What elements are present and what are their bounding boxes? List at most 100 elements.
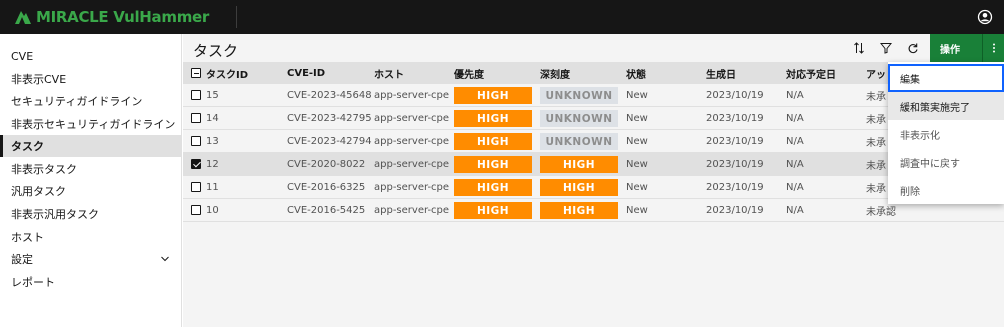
menu-item-revert-to-investigating[interactable]: 調査中に戻す <box>888 148 1004 176</box>
action-button-label: 操作 <box>940 44 960 56</box>
approval-cell: 未承 <box>866 161 886 172</box>
table-row[interactable]: 10 CVE-2016-5425 app-server-cpe HIGH HIGH New… <box>183 199 1004 222</box>
due-date-cell: N/A <box>786 182 804 193</box>
menu-item-edit[interactable]: 編集 <box>888 64 1004 92</box>
priority-badge: HIGH <box>454 110 532 127</box>
sidebar-item-reports[interactable]: レポート <box>0 271 182 293</box>
table-row[interactable]: 13 CVE-2023-42794 app-server-cpe HIGH UNKNOW… <box>183 130 1004 153</box>
column-header-status[interactable]: 状態 <box>626 62 646 84</box>
task-id-cell: 14 <box>206 113 219 124</box>
action-menu-toggle[interactable] <box>982 34 1004 62</box>
severity-cell: HIGH <box>540 176 618 199</box>
due-date-cell: N/A <box>786 159 804 170</box>
column-header-cve-id[interactable]: CVE-ID <box>287 62 325 84</box>
refresh-button[interactable] <box>900 34 926 62</box>
menu-item-label: 緩和策実施完了 <box>900 102 970 114</box>
sidebar-item-label: 非表示セキュリティガイドライン <box>11 118 176 131</box>
priority-badge: HIGH <box>454 156 532 173</box>
column-header-priority[interactable]: 優先度 <box>454 62 484 84</box>
task-id-cell: 13 <box>206 136 219 147</box>
header-divider <box>236 6 237 28</box>
sort-icon <box>854 42 864 54</box>
sidebar-item-security-guidelines[interactable]: セキュリティガイドライン <box>0 90 182 112</box>
host-cell: app-server-cpe <box>374 90 450 101</box>
priority-badge: HIGH <box>454 202 532 219</box>
severity-cell: UNKNOWN <box>540 84 618 107</box>
filter-icon <box>880 43 892 54</box>
user-account-button[interactable] <box>974 6 996 28</box>
approval-cell: 未承 <box>866 92 886 103</box>
row-checkbox[interactable] <box>191 182 201 192</box>
overflow-menu-icon <box>992 43 995 53</box>
sidebar-item-cve[interactable]: CVE <box>0 45 182 67</box>
table-row[interactable]: 11 CVE-2016-6325 app-server-cpe HIGH HIGH New… <box>183 176 1004 199</box>
sidebar-item-general-tasks[interactable]: 汎用タスク <box>0 180 182 202</box>
cve-id-cell: CVE-2023-42794 <box>287 136 372 147</box>
sidebar-item-hidden-cve[interactable]: 非表示CVE <box>0 68 182 90</box>
table-row[interactable]: 14 CVE-2023-42795 app-server-cpe HIGH UNKNOW… <box>183 107 1004 130</box>
action-button[interactable]: 操作 <box>930 34 982 62</box>
due-date-cell: N/A <box>786 90 804 101</box>
priority-cell: HIGH <box>454 199 532 222</box>
priority-cell: HIGH <box>454 84 532 107</box>
column-header-created-date[interactable]: 生成日 <box>706 62 736 84</box>
sidebar-item-hidden-general-tasks[interactable]: 非表示汎用タスク <box>0 203 182 225</box>
cve-id-cell: CVE-2016-6325 <box>287 182 366 193</box>
sort-button[interactable] <box>846 34 872 62</box>
row-checkbox[interactable] <box>191 136 201 146</box>
status-cell: New <box>626 90 648 101</box>
menu-item-delete[interactable]: 削除 <box>888 176 1004 204</box>
column-header-due-date[interactable]: 対応予定日 <box>786 62 836 84</box>
menu-item-label: 削除 <box>900 186 920 198</box>
hammer-logo-icon <box>15 11 31 24</box>
priority-badge: HIGH <box>454 179 532 196</box>
sidebar-item-label: レポート <box>11 276 55 289</box>
priority-badge: HIGH <box>454 133 532 150</box>
sidebar-item-label: 設定 <box>11 253 33 266</box>
user-avatar-icon <box>977 9 993 25</box>
table-header: タスクID CVE-ID ホスト 優先度 深刻度 状態 生成日 対応予定日 アッ <box>183 62 1004 84</box>
filter-button[interactable] <box>873 34 899 62</box>
host-cell: app-server-cpe <box>374 182 450 193</box>
column-header-severity[interactable]: 深刻度 <box>540 62 570 84</box>
approval-cell: 未承 <box>866 115 886 126</box>
status-cell: New <box>626 205 648 216</box>
chevron-down-icon <box>161 256 169 262</box>
menu-item-hide[interactable]: 非表示化 <box>888 120 1004 148</box>
task-id-cell: 12 <box>206 159 219 170</box>
app-logo[interactable]: MIRACLE VulHammer <box>13 7 209 27</box>
column-header-approval[interactable]: アッ <box>866 62 886 84</box>
sidebar-item-hidden-security-guidelines[interactable]: 非表示セキュリティガイドライン <box>0 113 182 135</box>
host-cell: app-server-cpe <box>374 136 450 147</box>
task-id-cell: 10 <box>206 205 219 216</box>
page-title: タスク <box>193 42 239 60</box>
severity-cell: HIGH <box>540 153 618 176</box>
host-cell: app-server-cpe <box>374 159 450 170</box>
action-dropdown-menu: 編集 緩和策実施完了 非表示化 調査中に戻す 削除 <box>888 62 1004 204</box>
select-all-checkbox[interactable] <box>191 68 201 78</box>
host-cell: app-server-cpe <box>374 205 450 216</box>
menu-item-label: 非表示化 <box>900 130 940 142</box>
created-date-cell: 2023/10/19 <box>706 159 764 170</box>
severity-cell: UNKNOWN <box>540 130 618 153</box>
row-checkbox[interactable] <box>191 90 201 100</box>
sidebar-item-hosts[interactable]: ホスト <box>0 226 182 248</box>
severity-cell: HIGH <box>540 199 618 222</box>
due-date-cell: N/A <box>786 113 804 124</box>
table-row[interactable]: 15 CVE-2023-45648 app-server-cpe HIGH UNKNOW… <box>183 84 1004 107</box>
table-row[interactable]: 12 CVE-2020-8022 app-server-cpe HIGH HIGH New… <box>183 153 1004 176</box>
menu-item-mitigation-complete[interactable]: 緩和策実施完了 <box>888 92 1004 120</box>
column-header-host[interactable]: ホスト <box>374 62 404 84</box>
cve-id-cell: CVE-2023-45648 <box>287 90 372 101</box>
sidebar-item-hidden-tasks[interactable]: 非表示タスク <box>0 158 182 180</box>
sidebar-item-tasks[interactable]: タスク <box>0 135 182 157</box>
sidebar-item-settings[interactable]: 設定 <box>0 248 182 270</box>
menu-item-label: 編集 <box>900 74 920 86</box>
row-checkbox[interactable] <box>191 113 201 123</box>
column-header-task-id[interactable]: タスクID <box>206 62 248 84</box>
priority-cell: HIGH <box>454 176 532 199</box>
approval-cell: 未承 <box>866 184 886 195</box>
due-date-cell: N/A <box>786 205 804 216</box>
row-checkbox[interactable] <box>191 159 201 169</box>
row-checkbox[interactable] <box>191 205 201 215</box>
